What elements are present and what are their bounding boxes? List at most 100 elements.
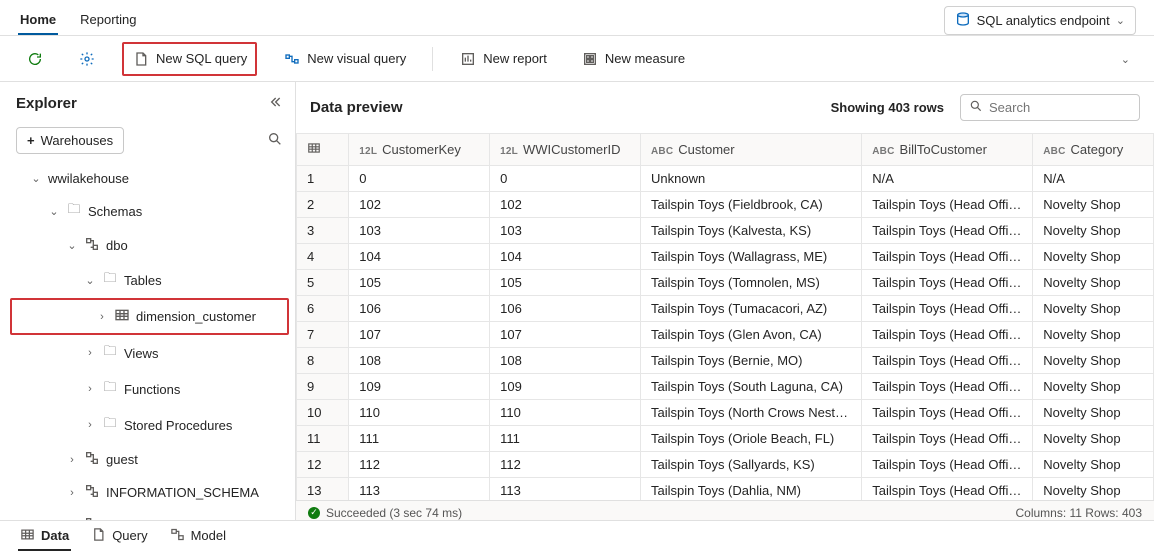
cell-customerkey: 0 — [349, 166, 490, 192]
toolbar-overflow[interactable]: ⌄ — [1115, 45, 1136, 72]
row-index-cell: 2 — [297, 192, 349, 218]
row-index-cell: 4 — [297, 244, 349, 270]
cell-customer: Unknown — [640, 166, 861, 192]
tree-information-schema[interactable]: ›INFORMATION_SCHEMA — [8, 476, 291, 509]
cell-billtocustomer: Tailspin Toys (Head Office) — [862, 374, 1033, 400]
tree-functions[interactable]: ›🗀Functions — [8, 371, 291, 407]
cell-wwicustomerid: 105 — [490, 270, 641, 296]
col-header-customerkey[interactable]: 12LCustomerKey — [349, 134, 490, 166]
col-header-billtocustomer[interactable]: ABCBillToCustomer — [862, 134, 1033, 166]
cell-billtocustomer: Tailspin Toys (Head Office) — [862, 322, 1033, 348]
collapse-explorer-button[interactable] — [267, 94, 283, 113]
tree-table-dimension-customer[interactable]: ›dimension_customer — [12, 300, 287, 333]
settings-button[interactable] — [70, 44, 104, 74]
cell-category: Novelty Shop — [1033, 218, 1154, 244]
cell-customerkey: 111 — [349, 426, 490, 452]
col-header-category[interactable]: ABCCategory — [1033, 134, 1154, 166]
row-index-cell: 7 — [297, 322, 349, 348]
table-row[interactable]: 3103103Tailspin Toys (Kalvesta, KS)Tails… — [297, 218, 1154, 244]
tab-home[interactable]: Home — [18, 6, 58, 35]
table-row[interactable]: 100UnknownN/AN/A — [297, 166, 1154, 192]
new-report-button[interactable]: New report — [451, 44, 555, 74]
cell-category: Novelty Shop — [1033, 452, 1154, 478]
table-row[interactable]: 10110110Tailspin Toys (North Crows Nest,… — [297, 400, 1154, 426]
status-text: Succeeded (3 sec 74 ms) — [326, 506, 462, 520]
tree-views[interactable]: ›🗀Views — [8, 335, 291, 371]
search-icon — [969, 99, 983, 116]
toolbar: New SQL query New visual query New repor… — [0, 36, 1154, 82]
col-type-label: 12L — [500, 146, 518, 157]
col-header-wwicustomerid[interactable]: 12LWWICustomerID — [490, 134, 641, 166]
cell-customerkey: 108 — [349, 348, 490, 374]
tree-guest[interactable]: ›guest — [8, 443, 291, 476]
cell-category: Novelty Shop — [1033, 374, 1154, 400]
table-row[interactable]: 12112112Tailspin Toys (Sallyards, KS)Tai… — [297, 452, 1154, 478]
footer-tab-model[interactable]: Model — [168, 523, 228, 551]
new-sql-query-label: New SQL query — [156, 51, 247, 66]
cell-customer: Tailspin Toys (Bernie, MO) — [640, 348, 861, 374]
visual-query-icon — [283, 50, 301, 68]
cell-wwicustomerid: 112 — [490, 452, 641, 478]
table-row[interactable]: 4104104Tailspin Toys (Wallagrass, ME)Tai… — [297, 244, 1154, 270]
search-input[interactable] — [989, 100, 1131, 115]
tree-schemas[interactable]: ⌄🗀Schemas — [8, 193, 291, 229]
cell-wwicustomerid: 106 — [490, 296, 641, 322]
folder-icon: 🗀 — [66, 200, 82, 222]
table-row[interactable]: 11111111Tailspin Toys (Oriole Beach, FL)… — [297, 426, 1154, 452]
col-header-customer[interactable]: ABCCustomer — [640, 134, 861, 166]
table-row[interactable]: 5105105Tailspin Toys (Tomnolen, MS)Tails… — [297, 270, 1154, 296]
cell-wwicustomerid: 107 — [490, 322, 641, 348]
database-icon — [955, 11, 971, 30]
tree-dbo[interactable]: ⌄dbo — [8, 229, 291, 262]
cell-customer: Tailspin Toys (Kalvesta, KS) — [640, 218, 861, 244]
endpoint-selector[interactable]: SQL analytics endpoint ⌄ — [944, 6, 1136, 35]
cell-wwicustomerid: 110 — [490, 400, 641, 426]
row-index-header[interactable] — [297, 134, 349, 166]
tree-queryinsights[interactable]: ›queryinsights — [8, 509, 291, 520]
tab-reporting[interactable]: Reporting — [78, 6, 138, 35]
preview-search[interactable] — [960, 94, 1140, 121]
toolbar-separator — [432, 47, 433, 71]
preview-title: Data preview — [310, 99, 403, 116]
footer-tab-data[interactable]: Data — [18, 523, 71, 551]
schema-icon — [84, 236, 100, 255]
warehouses-button[interactable]: + Warehouses — [16, 127, 124, 154]
tree-schemas-label: Schemas — [88, 204, 142, 219]
folder-icon: 🗀 — [102, 378, 118, 400]
new-visual-query-button[interactable]: New visual query — [275, 44, 414, 74]
measure-icon — [581, 50, 599, 68]
refresh-button[interactable] — [18, 44, 52, 74]
tree-stored-procedures[interactable]: ›🗀Stored Procedures — [8, 407, 291, 443]
tree-dimension-customer-label: dimension_customer — [136, 309, 256, 324]
cell-wwicustomerid: 104 — [490, 244, 641, 270]
table-row[interactable]: 6106106Tailspin Toys (Tumacacori, AZ)Tai… — [297, 296, 1154, 322]
cell-wwicustomerid: 109 — [490, 374, 641, 400]
new-sql-query-button[interactable]: New SQL query — [122, 42, 257, 76]
top-tabs: Home Reporting SQL analytics endpoint ⌄ — [0, 0, 1154, 36]
cell-wwicustomerid: 103 — [490, 218, 641, 244]
cell-billtocustomer: Tailspin Toys (Head Office) — [862, 426, 1033, 452]
table-row[interactable]: 8108108Tailspin Toys (Bernie, MO)Tailspi… — [297, 348, 1154, 374]
explorer-search-button[interactable] — [267, 131, 283, 150]
cell-wwicustomerid: 102 — [490, 192, 641, 218]
cell-customer: Tailspin Toys (Tumacacori, AZ) — [640, 296, 861, 322]
tree-lakehouse[interactable]: ⌄wwilakehouse — [8, 164, 291, 193]
cell-customer: Tailspin Toys (Fieldbrook, CA) — [640, 192, 861, 218]
cell-billtocustomer: Tailspin Toys (Head Office) — [862, 218, 1033, 244]
grid-header-row: 12LCustomerKey 12LWWICustomerID ABCCusto… — [297, 134, 1154, 166]
refresh-icon — [26, 50, 44, 68]
col-type-label: ABC — [1043, 146, 1065, 157]
cell-customerkey: 103 — [349, 218, 490, 244]
cell-billtocustomer: Tailspin Toys (Head Office) — [862, 296, 1033, 322]
tree-dbo-label: dbo — [106, 238, 128, 253]
new-measure-button[interactable]: New measure — [573, 44, 693, 74]
footer-tab-query[interactable]: Query — [89, 523, 149, 551]
row-index-cell: 9 — [297, 374, 349, 400]
cell-customerkey: 102 — [349, 192, 490, 218]
file-icon — [91, 527, 106, 545]
table-row[interactable]: 9109109Tailspin Toys (South Laguna, CA)T… — [297, 374, 1154, 400]
tree-tables[interactable]: ⌄🗀Tables — [8, 262, 291, 298]
cell-billtocustomer: Tailspin Toys (Head Office) — [862, 452, 1033, 478]
table-row[interactable]: 7107107Tailspin Toys (Glen Avon, CA)Tail… — [297, 322, 1154, 348]
table-row[interactable]: 2102102Tailspin Toys (Fieldbrook, CA)Tai… — [297, 192, 1154, 218]
